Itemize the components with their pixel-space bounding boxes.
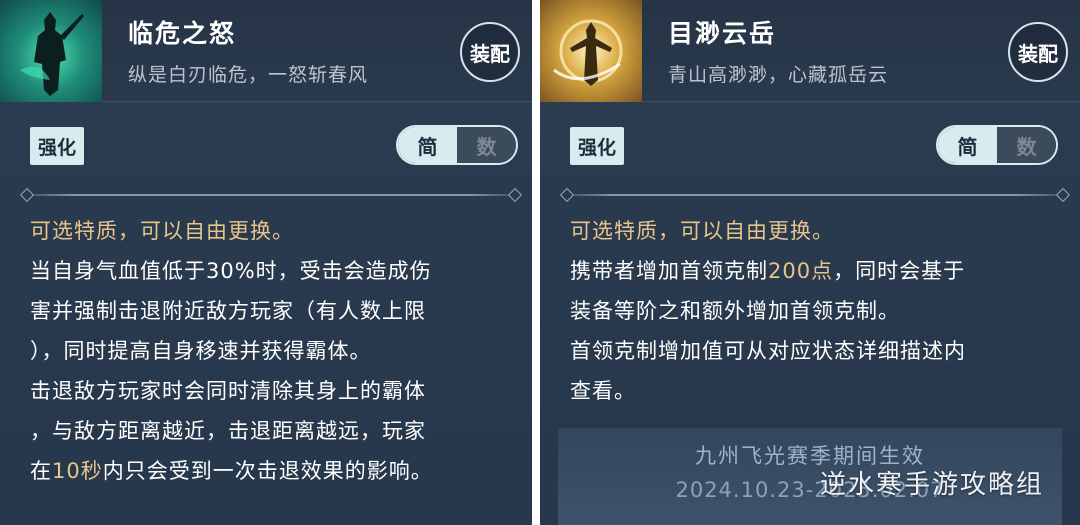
desc-line: 击退敌方玩家时会同时清除其身上的霸体: [30, 379, 426, 403]
desc-line: ，与敌方距离越近，击退距离越远，玩家: [30, 419, 426, 443]
desc-line: 查看。: [570, 379, 636, 403]
skill-card-left: 临危之怒 纵是白刃临危，一怒斩春风 装配 强化 简 数 可选特质，可以自由更换。…: [0, 0, 532, 525]
detail-mode-toggle[interactable]: 简 数: [936, 125, 1058, 165]
card-header: 目渺云岳 青山高渺渺，心藏孤岳云 装配: [540, 0, 1080, 102]
card-subtitle: 青山高渺渺，心藏孤岳云: [668, 64, 889, 86]
card-title: 临危之怒: [128, 19, 237, 48]
desc-text: 携带者增加首领克制: [570, 259, 768, 283]
desc-line: 当自身气血值低于30%时，受击会造成伤: [30, 259, 432, 283]
panel-gap: [532, 0, 540, 525]
desc-line: 害并强制击退附近敌方玩家（有人数上限: [30, 299, 426, 323]
equip-button[interactable]: 装配: [1008, 22, 1068, 82]
section-divider: [564, 194, 1066, 196]
warrior-silhouette-icon: [0, 0, 102, 102]
description: 可选特质，可以自由更换。 携带者增加首领克制200点，同时会基于 装备等阶之和额…: [570, 212, 1060, 412]
toggle-simple[interactable]: 简: [398, 127, 457, 163]
desc-line: 装备等阶之和额外增加首领克制。: [570, 299, 900, 323]
enhance-tag: 强化: [30, 127, 85, 165]
toggle-numeric[interactable]: 数: [457, 127, 516, 163]
card-title: 目渺云岳: [668, 19, 777, 48]
desc-text: 在: [30, 459, 52, 483]
desc-line: 在10秒内只会受到一次击退效果的影响。: [30, 452, 512, 490]
section-divider: [24, 194, 518, 196]
toggle-numeric[interactable]: 数: [997, 127, 1056, 163]
desc-text: ，同时会基于: [833, 259, 966, 283]
trait-line: 可选特质，可以自由更换。: [570, 219, 834, 243]
duration-value: 10秒: [52, 459, 103, 483]
desc-line: ），同时提高自身移速并获得霸体。: [30, 339, 372, 363]
desc-line: 首领克制增加值可从对应状态详细描述内: [570, 339, 966, 363]
desc-line: 携带者增加首领克制200点，同时会基于: [570, 252, 1060, 290]
description: 可选特质，可以自由更换。 当自身气血值低于30%时，受击会造成伤 害并强制击退附…: [30, 212, 512, 492]
card-subtitle: 纵是白刃临危，一怒斩春风: [128, 64, 369, 86]
trait-line: 可选特质，可以自由更换。: [30, 219, 294, 243]
toggle-simple[interactable]: 简: [938, 127, 997, 163]
desc-text: 内只会受到一次击退效果的影响。: [102, 459, 433, 483]
enhance-tag: 强化: [570, 127, 625, 165]
watermark: 逆水寒手游攻略组: [819, 470, 1044, 500]
skill-card-right: 目渺云岳 青山高渺渺，心藏孤岳云 装配 强化 简 数 可选特质，可以自由更换。 …: [540, 0, 1080, 525]
detail-mode-toggle[interactable]: 简 数: [396, 125, 518, 165]
card-header: 临危之怒 纵是白刃临危，一怒斩春风 装配: [0, 0, 532, 102]
glowing-figure-icon: [540, 0, 642, 102]
boss-suppress-value: 200点: [768, 259, 834, 283]
equip-button[interactable]: 装配: [460, 22, 520, 82]
